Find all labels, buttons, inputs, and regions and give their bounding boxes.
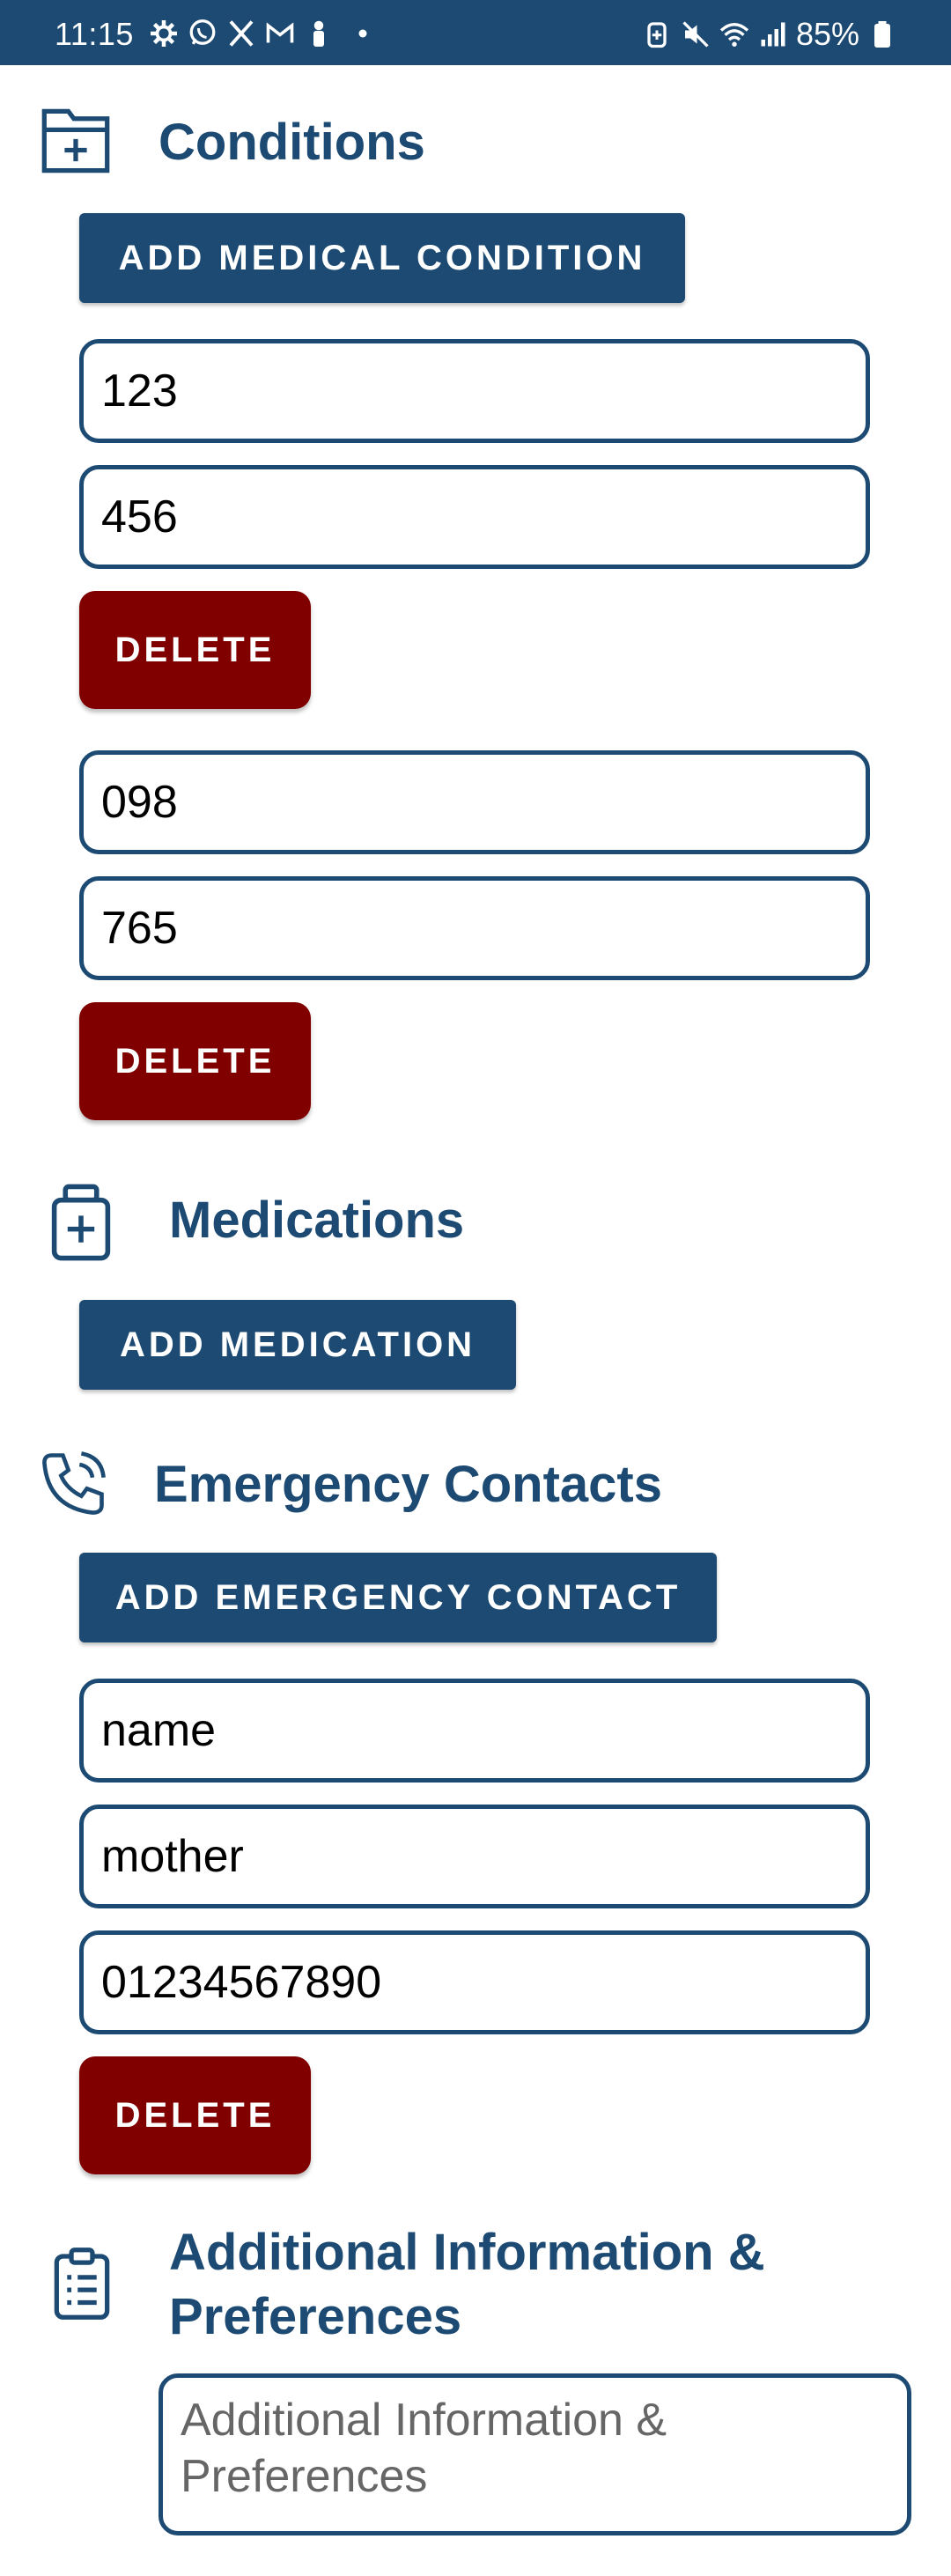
placeholder-line2: Preferences (181, 2451, 428, 2502)
delete-contact-button[interactable]: DELETE (79, 2056, 311, 2174)
x-icon (229, 20, 254, 47)
add-emergency-contact-button[interactable]: ADD EMERGENCY CONTACT (79, 1553, 717, 1642)
mute-icon (682, 21, 709, 48)
whatsapp-icon (189, 19, 216, 45)
condition-1-detail-field[interactable]: 456 (79, 465, 870, 569)
wifi-icon (719, 23, 749, 47)
contact-phone-field[interactable]: 01234567890 (79, 1930, 870, 2034)
gmail-icon (266, 22, 294, 43)
system-icons: 85% (641, 16, 898, 53)
phone-call-icon (37, 1446, 111, 1520)
condition-1-name-field[interactable]: 123 (79, 339, 870, 443)
add-medication-button[interactable]: ADD MEDICATION (79, 1300, 516, 1390)
condition-2-name-field[interactable]: 098 (79, 750, 870, 854)
additional-info-title-line2: Preferences (169, 2287, 462, 2345)
settings-gear-icon (151, 20, 177, 47)
delete-condition-1-button[interactable]: DELETE (79, 591, 311, 709)
condition-2-detail-field[interactable]: 765 (79, 876, 870, 980)
battery-percent: 85% (795, 16, 859, 52)
placeholder-line1: Additional Information & (181, 2395, 667, 2446)
conditions-title: Conditions (158, 114, 425, 171)
additional-info-textarea[interactable]: Additional Information & Preferences (158, 2373, 911, 2535)
person-icon (313, 20, 324, 47)
status-time: 11:15 (55, 16, 134, 52)
notification-icons (148, 18, 373, 49)
medications-title: Medications (169, 1192, 465, 1249)
status-bar: 11:15 85% (0, 0, 951, 65)
battery-icon (874, 21, 890, 48)
clipboard-list-icon (49, 2246, 114, 2321)
additional-info-title: Additional Information & Preferences (169, 2221, 765, 2349)
medical-folder-icon (39, 104, 113, 178)
dot-icon (358, 29, 367, 38)
emergency-contacts-title: Emergency Contacts (154, 1456, 662, 1513)
battery-saver-icon (647, 22, 667, 48)
contact-name-field[interactable]: name (79, 1679, 870, 1783)
add-medical-condition-button[interactable]: ADD MEDICAL CONDITION (79, 213, 685, 303)
contact-relation-field[interactable]: mother (79, 1805, 870, 1908)
delete-condition-2-button[interactable]: DELETE (79, 1002, 311, 1120)
signal-icon (761, 22, 785, 47)
medicine-bottle-icon (48, 1182, 114, 1263)
additional-info-title-line1: Additional Information & (169, 2224, 765, 2281)
